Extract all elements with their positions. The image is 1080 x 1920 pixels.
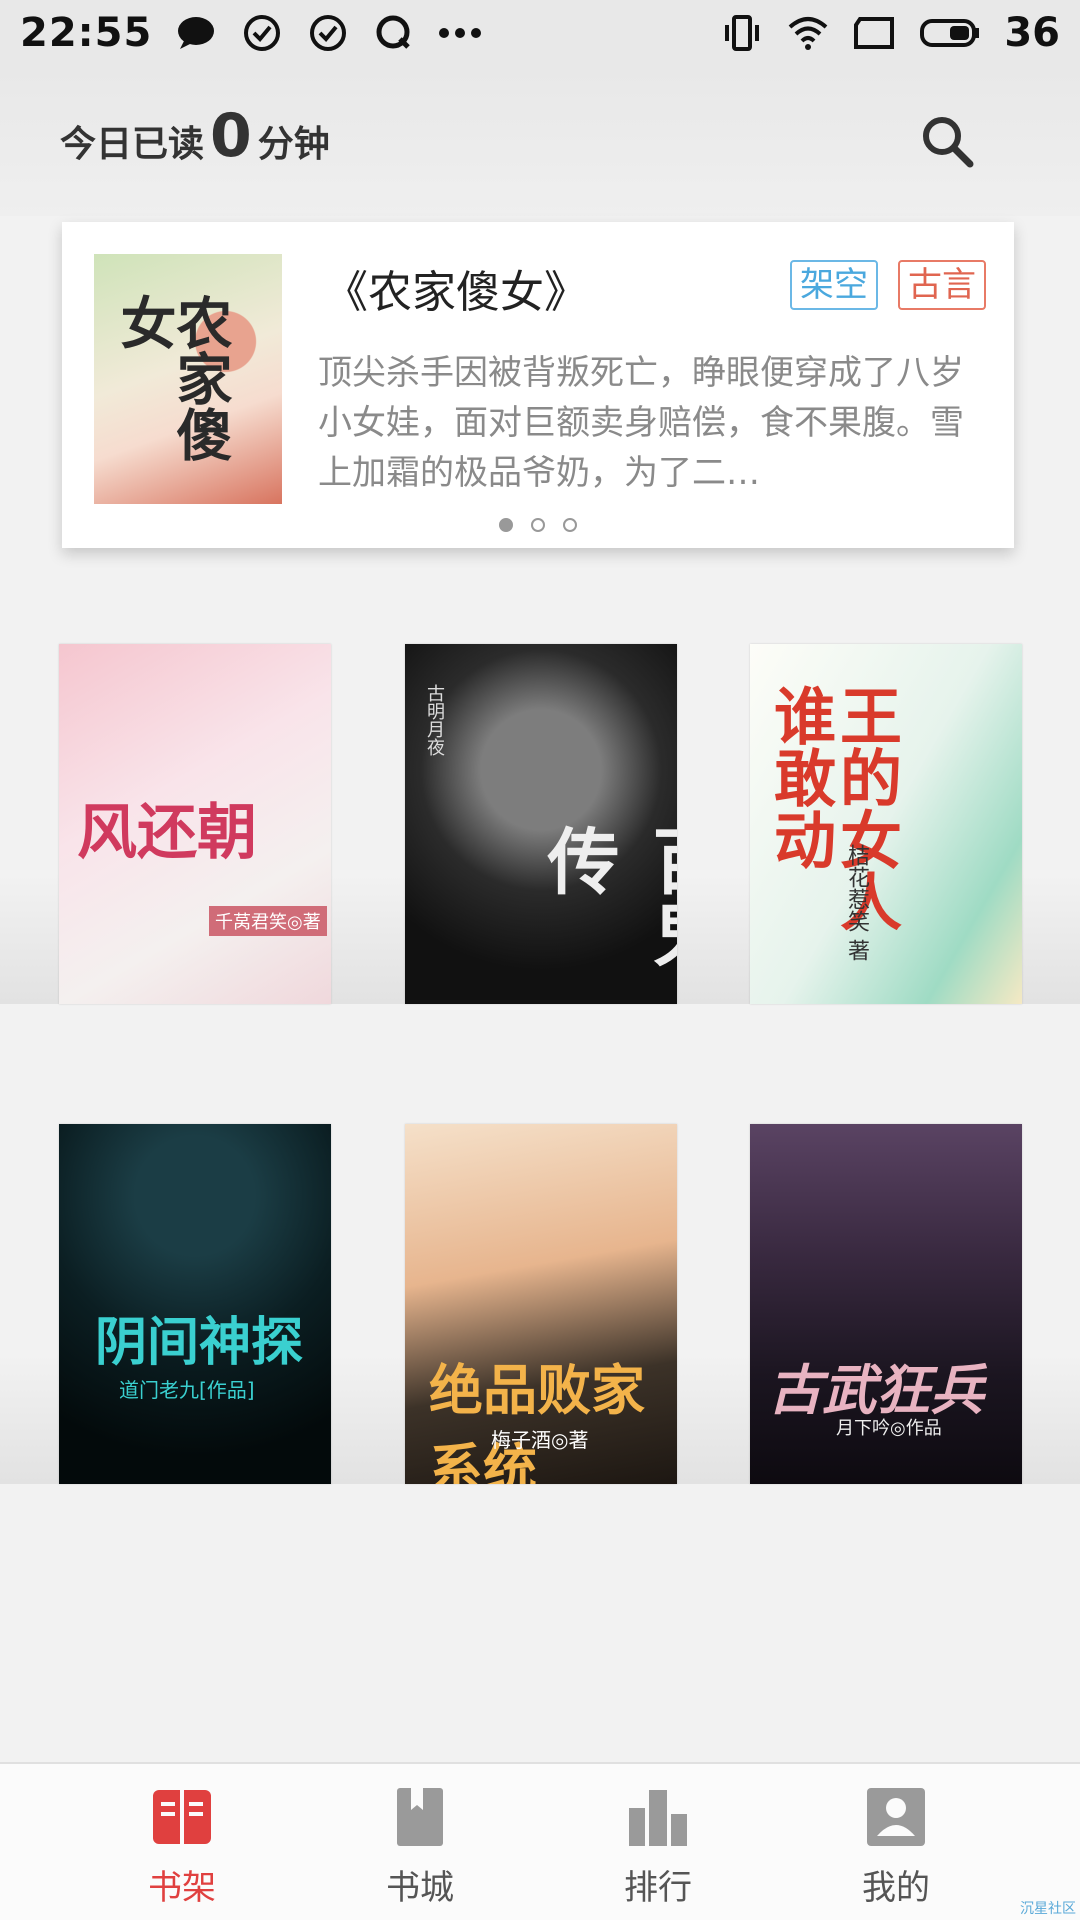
bookshelf-icon xyxy=(153,1790,211,1844)
wifi-icon xyxy=(786,11,830,55)
bottom-nav: 书架 书城 排行 我的 xyxy=(0,1762,1080,1920)
nav-label: 书城 xyxy=(386,1868,454,1908)
featured-cover-title: 农家傻女 xyxy=(111,294,233,462)
book-cover[interactable]: 古武狂兵 月下吟◎作品 xyxy=(750,1124,1022,1484)
tag-genre: 架空 xyxy=(790,260,878,310)
book-cover-title: 王的女人谁敢动 xyxy=(763,684,902,932)
featured-book-description: 顶尖杀手因被背叛死亡，睁眼便穿成了八岁小女娃，面对巨额卖身赔偿，食不果腹。雪上加… xyxy=(318,353,964,493)
search-icon xyxy=(923,117,974,168)
check-circle-icon xyxy=(240,11,284,55)
reading-stat: 今日已读 0 分钟 xyxy=(60,106,330,167)
status-left: 22:55 xyxy=(20,10,482,56)
q-notification-icon xyxy=(372,11,416,55)
tag-category: 古言 xyxy=(898,260,986,310)
book-cover-title: 百鬼传 xyxy=(535,824,677,968)
nav-label: 我的 xyxy=(862,1868,930,1908)
book-cover-author: 梅子酒◎著 xyxy=(491,1428,589,1452)
featured-book-cover[interactable]: 农家傻女 xyxy=(94,254,282,504)
book-cover-title: 风还朝 xyxy=(77,798,257,868)
book-cover[interactable]: 百鬼传 古明月夜 xyxy=(405,644,677,1004)
ranking-icon xyxy=(629,1790,687,1846)
reading-suffix: 分钟 xyxy=(257,124,330,165)
vibrate-icon xyxy=(720,11,764,55)
chat-bubble-icon xyxy=(174,11,218,55)
book-cover-author: 千莴君笑◎著 xyxy=(209,906,327,936)
book-cover-author: 古明月夜 xyxy=(424,684,445,756)
check-circle-icon xyxy=(306,11,350,55)
nav-profile[interactable]: 我的 xyxy=(777,1764,1015,1920)
nav-ranking[interactable]: 排行 xyxy=(539,1764,777,1920)
screen-rotate-icon xyxy=(852,11,896,55)
status-time: 22:55 xyxy=(20,10,153,56)
profile-icon xyxy=(867,1788,925,1846)
book-cover-author: 道门老九[作品] xyxy=(119,1378,255,1402)
nav-bookstore[interactable]: 书城 xyxy=(301,1764,539,1920)
status-bar: 22:55 36 xyxy=(0,0,1080,66)
nav-label: 书架 xyxy=(148,1868,216,1908)
book-cover-title: 绝品败家系统 xyxy=(429,1358,645,1484)
book-cover[interactable]: 王的女人谁敢动 桔花惹笑 著 xyxy=(750,644,1022,1004)
battery-icon xyxy=(918,11,982,55)
battery-level: 36 xyxy=(1004,10,1060,56)
watermark: 沉星社区 xyxy=(1020,1901,1076,1917)
book-cover-author: 桔花惹笑 著 xyxy=(844,844,869,961)
more-dots-icon xyxy=(438,11,482,55)
book-cover-author: 月下吟◎作品 xyxy=(836,1418,942,1439)
featured-book-card[interactable]: 农家傻女 《农家傻女》 架空 古言 顶尖杀手因被背叛死亡，睁眼便穿成了八岁小女娃… xyxy=(62,222,1014,548)
book-cover[interactable]: 绝品败家系统 梅子酒◎著 xyxy=(405,1124,677,1484)
nav-bookshelf[interactable]: 书架 xyxy=(63,1764,301,1920)
status-right: 36 xyxy=(720,10,1060,56)
reading-minutes: 0 xyxy=(210,101,252,171)
featured-book-title: 《农家傻女》 xyxy=(324,267,588,318)
book-cover-title: 阴间神探 xyxy=(95,1312,304,1373)
book-cover[interactable]: 阴间神探 道门老九[作品] xyxy=(59,1124,331,1484)
nav-label: 排行 xyxy=(624,1868,692,1908)
bookstore-icon xyxy=(397,1788,443,1846)
reading-prefix: 今日已读 xyxy=(60,124,205,165)
search-button[interactable] xyxy=(920,114,976,170)
book-cover[interactable]: 风还朝 千莴君笑◎著 xyxy=(59,644,331,1004)
header: 今日已读 0 分钟 xyxy=(0,66,1080,216)
